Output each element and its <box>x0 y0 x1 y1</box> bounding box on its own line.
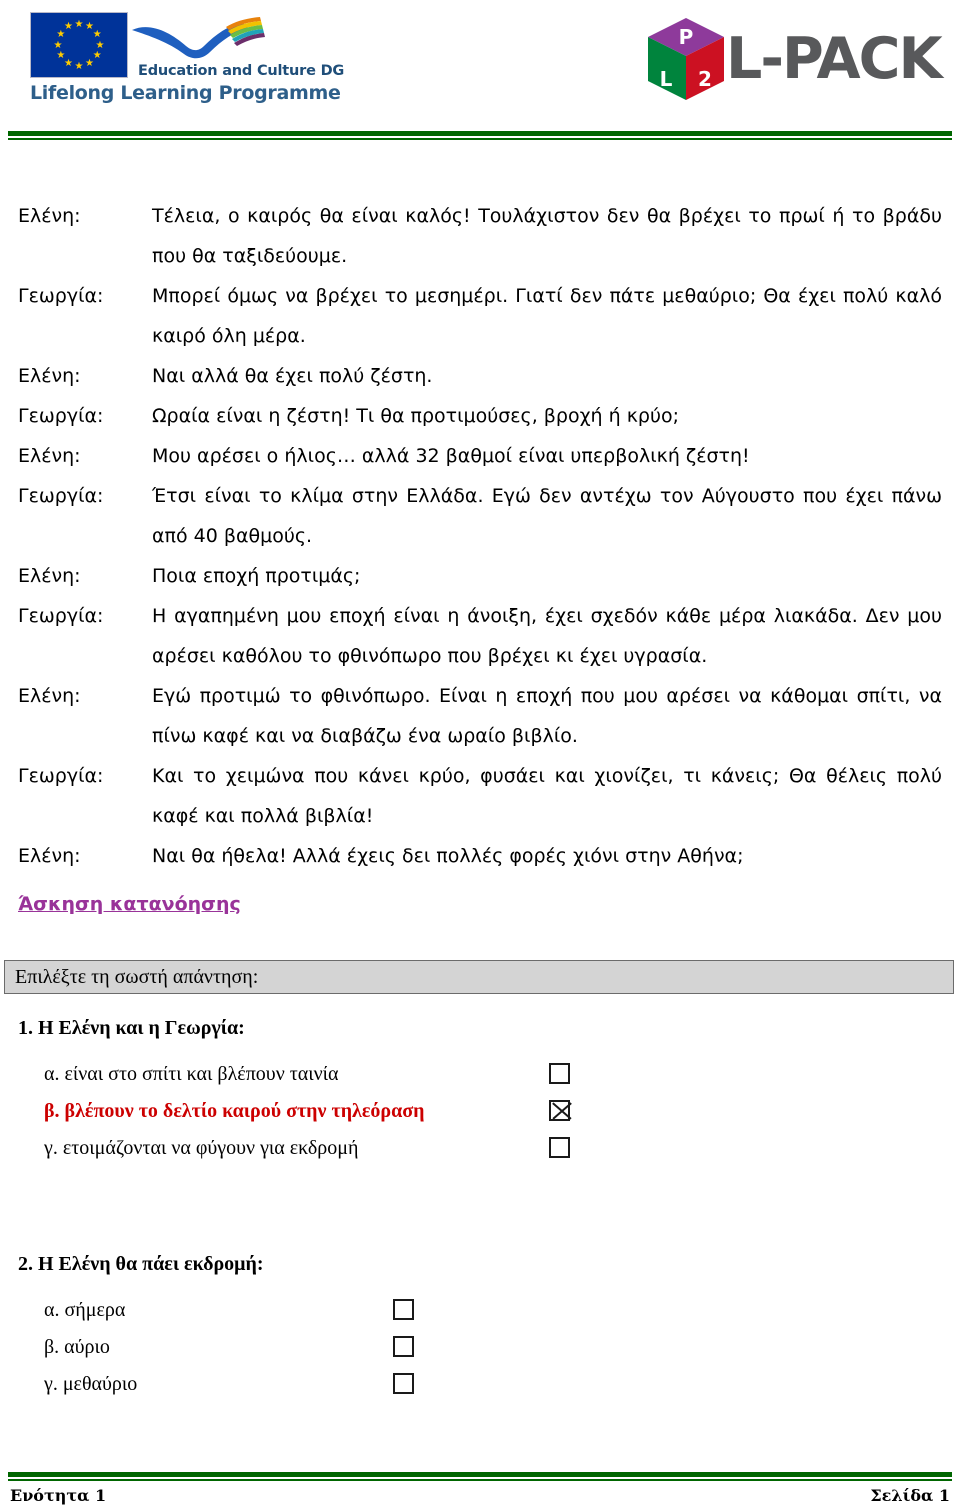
dialogue-speech-text: Τέλεια, ο καιρός θα είναι καλός! Τουλάχι… <box>152 205 942 267</box>
eu-star-icon: ★ <box>64 21 73 33</box>
dialogue-speaker-label: Ελένη: <box>18 445 81 467</box>
answer-checkbox-checked[interactable] <box>549 1100 570 1121</box>
dialogue-speech-text: Και το χειμώνα που κάνει κρύο, φυσάει κα… <box>152 765 942 827</box>
answer-checkbox[interactable] <box>549 1063 570 1084</box>
answer-option-label: α. είναι στο σπίτι και βλέπουν ταινία <box>44 1063 339 1085</box>
answer-option-label: β. αύριο <box>44 1336 110 1358</box>
european-union-flag-icon: ★ ★ ★ ★ ★ ★ ★ ★ ★ ★ ★ ★ <box>30 12 128 78</box>
footer-unit-label: Ενότητα 1 <box>10 1486 107 1505</box>
dialogue-speaker-label: Ελένη: <box>18 205 81 227</box>
dialogue-speaker-label: Ελένη: <box>18 685 81 707</box>
eu-star-icon: ★ <box>92 29 102 40</box>
footer-divider-thin-line <box>8 1479 952 1481</box>
lpack-logo: P L 2 L-PACK <box>640 14 945 106</box>
dialogue-turn: Γεωργία: Η αγαπημένη μου εποχή είναι η άν… <box>0 596 960 676</box>
dialogue-turn: Ελένη: Ναι αλλά θα έχει πολύ ζέστη. <box>0 356 960 396</box>
eu-star-icon: ★ <box>74 18 84 30</box>
dialogue-speech-text: Μπορεί όμως να βρέχει το μεσημέρι. Γιατί… <box>152 285 942 347</box>
dialogue-turn: Γεωργία: Ωραία είναι η ζέστη! Τι θα προτι… <box>0 396 960 436</box>
education-culture-swoosh-icon <box>132 17 265 59</box>
answer-checkbox[interactable] <box>393 1299 414 1320</box>
eu-star-icon: ★ <box>53 39 63 51</box>
answer-checkbox[interactable] <box>393 1373 414 1394</box>
svg-text:2: 2 <box>698 67 712 91</box>
dialogue-speaker-label: Γεωργία: <box>18 485 104 507</box>
dialogue-speech-text: Έτσι είναι το κλίμα στην Ελλάδα. Εγώ δεν… <box>152 485 942 547</box>
question-1-title: 1. Η Ελένη και η Γεωργία: <box>18 1017 245 1039</box>
lpack-cube-icon: P L 2 <box>648 18 724 100</box>
dialogue-transcript: Ελένη: Τέλεια, ο καιρός θα είναι καλός! Τ… <box>0 196 960 876</box>
dialogue-turn: Γεωργία: Μπορεί όμως να βρέχει το μεσημέρ… <box>0 276 960 356</box>
answer-option[interactable]: α. σήμερα <box>0 1294 960 1331</box>
dialogue-speaker-label: Ελένη: <box>18 565 81 587</box>
footer-divider-thick-line <box>8 1472 952 1477</box>
dialogue-speaker-label: Γεωργία: <box>18 605 104 627</box>
dialogue-speech-text: Ωραία είναι η ζέστη! Τι θα προτιμούσες, … <box>152 405 679 427</box>
dialogue-speech-text: Μου αρέσει ο ήλιος… αλλά 32 βαθμοί είναι… <box>152 445 750 467</box>
footer-divider <box>8 1472 952 1481</box>
eu-star-icon: ★ <box>85 57 94 69</box>
education-culture-dg-label: Education and Culture DG <box>138 63 345 79</box>
dialogue-speech-text: Η αγαπημένη μου εποχή είναι η άνοιξη, έχ… <box>152 605 942 667</box>
eu-star-icon: ★ <box>92 50 102 61</box>
dialogue-speaker-label: Γεωργία: <box>18 405 104 427</box>
header-divider-thin-line <box>8 138 952 140</box>
answer-option[interactable]: γ. μεθαύριο <box>0 1368 960 1405</box>
question-1: 1. Η Ελένη και η Γεωργία: α. είναι στο σ… <box>0 1014 960 1169</box>
question-1-options: α. είναι στο σπίτι και βλέπουν ταινία β. … <box>0 1058 960 1169</box>
dialogue-speech-text: Ναι θα ήθελα! Αλλά έχεις δει πολλές φορέ… <box>152 845 744 867</box>
dialogue-speaker-label: Γεωργία: <box>18 285 104 307</box>
question-2-title: 2. Η Ελένη θα πάει εκδρομή: <box>18 1253 264 1275</box>
answer-checkbox[interactable] <box>393 1336 414 1357</box>
answer-option[interactable]: α. είναι στο σπίτι και βλέπουν ταινία <box>0 1058 960 1095</box>
footer-page-label: Σελίδα 1 <box>870 1486 950 1505</box>
dialogue-turn: Ελένη: Ποια εποχή προτιμάς; <box>0 556 960 596</box>
eu-star-icon: ★ <box>56 50 66 61</box>
dialogue-turn: Ελένη: Τέλεια, ο καιρός θα είναι καλός! Τ… <box>0 196 960 276</box>
eu-stars: ★ ★ ★ ★ ★ ★ ★ ★ ★ ★ ★ ★ <box>31 13 127 77</box>
dialogue-turn: Ελένη: Μου αρέσει ο ήλιος… αλλά 32 βαθμοί… <box>0 436 960 476</box>
dialogue-turn: Γεωργία: Και το χειμώνα που κάνει κρύο, φ… <box>0 756 960 836</box>
page-header: ★ ★ ★ ★ ★ ★ ★ ★ ★ ★ ★ ★ Education and Culture DG Li… <box>0 0 960 140</box>
eu-star-icon: ★ <box>95 39 105 51</box>
lpack-wordmark: L-PACK <box>726 26 943 92</box>
answer-option-label: γ. μεθαύριο <box>44 1373 138 1395</box>
dialogue-speaker-label: Ελένη: <box>18 365 81 387</box>
instruction-text: Επιλέξτε τη σωστή απάντηση: <box>15 966 259 988</box>
svg-text:L: L <box>660 67 673 91</box>
answer-option[interactable]: β. βλέπουν το δελτίο καιρού στην τηλεόρα… <box>0 1095 960 1132</box>
answer-option[interactable]: γ. ετοιμάζονται να φύγουν για εκδρομή <box>0 1132 960 1169</box>
dialogue-turn: Ελένη: Ναι θα ήθελα! Αλλά έχεις δει πολλέ… <box>0 836 960 876</box>
header-divider <box>8 131 952 140</box>
answer-option-label: γ. ετοιμάζονται να φύγουν για εκδρομή <box>44 1137 359 1159</box>
lifelong-learning-programme-label: Lifelong Learning Programme <box>30 82 341 104</box>
dialogue-turn: Ελένη: Εγώ προτιμώ το φθινόπωρο. Είναι η … <box>0 676 960 756</box>
header-divider-thick-line <box>8 131 952 136</box>
answer-checkbox[interactable] <box>549 1137 570 1158</box>
dialogue-speech-text: Ναι αλλά θα έχει πολύ ζέστη. <box>152 365 433 387</box>
svg-text:P: P <box>679 25 694 49</box>
dialogue-speaker-label: Γεωργία: <box>18 765 104 787</box>
answer-option-label: β. βλέπουν το δελτίο καιρού στην τηλεόρα… <box>44 1100 425 1122</box>
dialogue-speaker-label: Ελένη: <box>18 845 81 867</box>
lifelong-learning-programme-logo: ★ ★ ★ ★ ★ ★ ★ ★ ★ ★ ★ ★ Education and Culture DG Li… <box>16 6 344 106</box>
instruction-bar: Επιλέξτε τη σωστή απάντηση: <box>4 960 954 994</box>
question-2: 2. Η Ελένη θα πάει εκδρομή: α. σήμερα β. … <box>0 1250 960 1405</box>
dialogue-speech-text: Εγώ προτιμώ το φθινόπωρο. Είναι η εποχή … <box>152 685 942 747</box>
dialogue-turn: Γεωργία: Έτσι είναι το κλίμα στην Ελλάδα.… <box>0 476 960 556</box>
eu-star-icon: ★ <box>64 57 73 69</box>
answer-option-label: α. σήμερα <box>44 1299 126 1321</box>
eu-star-icon: ★ <box>74 60 84 72</box>
comprehension-exercise-heading[interactable]: Άσκηση κατανόησης <box>18 893 241 915</box>
dialogue-speech-text: Ποια εποχή προτιμάς; <box>152 565 361 587</box>
question-2-options: α. σήμερα β. αύριο γ. μεθαύριο <box>0 1294 960 1405</box>
answer-option[interactable]: β. αύριο <box>0 1331 960 1368</box>
